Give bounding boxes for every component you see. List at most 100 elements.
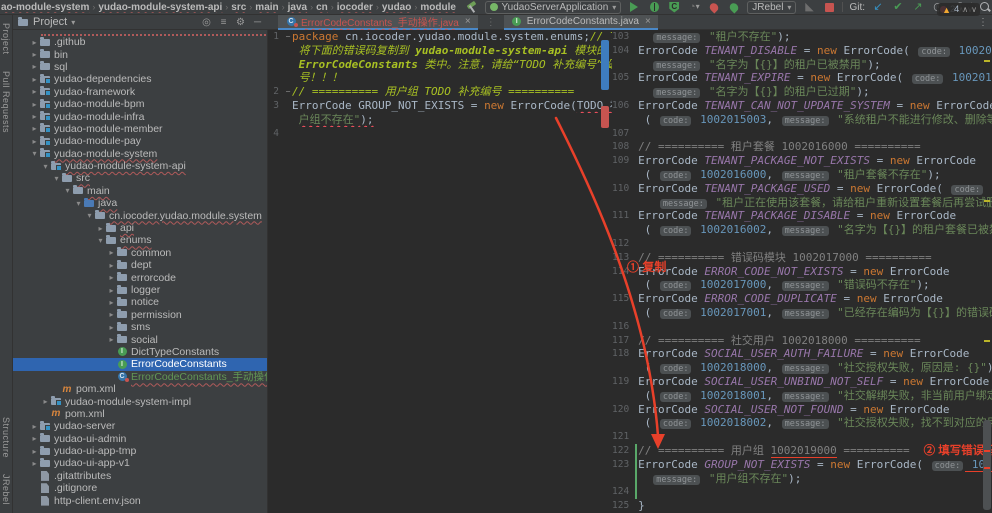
- git-update-button[interactable]: ↙: [871, 1, 885, 14]
- code-line[interactable]: 105 ErrorCode TENANT_EXPIRE = new ErrorCo…: [612, 71, 992, 85]
- code-line[interactable]: 将下面的错误码复制到 yudao-module-system-api 模块的: [268, 44, 612, 58]
- code-line[interactable]: 户组不存在");: [268, 113, 612, 127]
- chevron-expanded-icon[interactable]: ▾: [30, 149, 39, 158]
- scrollbar-warning-mark[interactable]: [984, 200, 990, 202]
- locate-file-button[interactable]: ◎: [200, 17, 213, 28]
- chevron-collapsed-icon[interactable]: ▸: [96, 224, 105, 233]
- tree-item[interactable]: ▸ yudao-module-pay: [13, 135, 267, 147]
- chevron-collapsed-icon[interactable]: ▸: [107, 310, 116, 319]
- code-line[interactable]: ( code: 1002016000, message: "租户套餐不存在");: [612, 168, 992, 182]
- tree-item[interactable]: ▸ permission: [13, 309, 267, 321]
- chevron-collapsed-icon[interactable]: ▸: [107, 335, 116, 344]
- tree-item[interactable]: http-client.env.json: [13, 494, 267, 507]
- tree-item[interactable]: ▸ yudao-dependencies: [13, 73, 267, 85]
- git-commit-button[interactable]: ✔: [891, 1, 905, 14]
- code-line[interactable]: message: "名字为【{}】的租户已过期");: [612, 85, 992, 99]
- breadcrumb-item[interactable]: cn: [316, 2, 328, 13]
- code-line[interactable]: 3 ErrorCode GROUP_NOT_EXISTS = new ErrorC…: [268, 99, 612, 113]
- tree-item[interactable]: ▸ yudao-module-system-impl: [13, 395, 267, 408]
- scrollbar-annotation-mark[interactable]: [984, 450, 990, 452]
- tree-item[interactable]: ▸ yudao-server: [13, 420, 267, 432]
- code-line[interactable]: 108 // ========== 租户套餐 1002016000 =======…: [612, 140, 992, 154]
- scrollbar-error-mark[interactable]: [601, 106, 609, 128]
- code-line[interactable]: 112: [612, 237, 992, 251]
- code-line[interactable]: 103 message: "租户不存在");: [612, 30, 992, 44]
- chevron-expanded-icon[interactable]: ▾: [41, 162, 50, 171]
- tree-item[interactable]: ▸ bin: [13, 48, 267, 61]
- breadcrumb-item[interactable]: java: [288, 2, 307, 13]
- tree-item[interactable]: ▸ dept: [13, 259, 267, 271]
- chevron-collapsed-icon[interactable]: ▸: [30, 87, 39, 96]
- chevron-collapsed-icon[interactable]: ▸: [30, 434, 39, 443]
- coverage-button[interactable]: C: [667, 1, 681, 14]
- code-line[interactable]: 125}: [612, 499, 992, 513]
- code-line[interactable]: 106 ErrorCode TENANT_CAN_NOT_UPDATE_SYSTE…: [612, 99, 992, 113]
- tree-item[interactable]: ▸ yudao-module-member: [13, 123, 267, 135]
- strip-tab-project[interactable]: Project: [1, 15, 11, 63]
- hide-panel-button[interactable]: ─: [251, 17, 264, 28]
- tree-item-project-root[interactable]: [13, 30, 267, 36]
- code-line[interactable]: 121: [612, 430, 992, 444]
- breadcrumb-item[interactable]: yudao-module-system-api: [98, 2, 222, 13]
- chevron-collapsed-icon[interactable]: ▸: [30, 459, 39, 468]
- next-warning-icon[interactable]: ∨: [971, 5, 977, 14]
- tree-item[interactable]: ▸ notice: [13, 296, 267, 308]
- chevron-collapsed-icon[interactable]: ▸: [30, 62, 39, 71]
- tree-item[interactable]: CErrorCodeConstants_手动操作.java③ 删除该文件: [13, 371, 267, 383]
- code-line[interactable]: 114 ErrorCode ERROR_CODE_NOT_EXISTS = new…: [612, 265, 992, 279]
- tree-item[interactable]: ▸ yudao-ui-app-tmp: [13, 445, 267, 457]
- tree-item[interactable]: ▸ .github: [13, 36, 267, 48]
- tab-errorcodeconstants-manual[interactable]: C ErrorCodeConstants_手动操作.java ×: [278, 15, 478, 30]
- scrollbar-left-editor[interactable]: [600, 30, 610, 513]
- breadcrumb-item[interactable]: iocoder: [337, 2, 373, 13]
- code-line[interactable]: 107: [612, 127, 992, 141]
- code-line[interactable]: ErrorCodeConstants 类中。注意，请给“TODO 补充编号”设置…: [268, 58, 612, 72]
- tree-item[interactable]: .gitattributes: [13, 470, 267, 482]
- project-panel-header[interactable]: Project ▾ ◎ ≡ ⚙ ─: [13, 15, 268, 29]
- tree-item[interactable]: ▸ errorcode: [13, 271, 267, 284]
- code-line[interactable]: ( code: 1002015003, message: "系统租户不能进行修改…: [612, 113, 992, 127]
- fold-marker-icon[interactable]: −: [284, 85, 292, 99]
- tree-item[interactable]: ▸ yudao-module-infra: [13, 110, 267, 123]
- code-line[interactable]: 2−// ========== 用户组 TODO 补充编号 ==========: [268, 85, 612, 99]
- strip-tab-pull-requests[interactable]: Pull Requests: [1, 63, 11, 141]
- jrebel-select[interactable]: JRebel ▾: [747, 0, 797, 14]
- code-line[interactable]: ( code: 1002016002, message: "名字为【{}】的租户…: [612, 223, 992, 237]
- code-line[interactable]: 1− package cn.iocoder.yudao.module.system…: [268, 30, 612, 44]
- tree-item[interactable]: ▾ yudao-module-system: [13, 148, 267, 160]
- stop-button[interactable]: [822, 1, 836, 14]
- chevron-collapsed-icon[interactable]: ▸: [30, 50, 39, 59]
- editor-right-pane[interactable]: 103 message: "租户不存在"); 104 ErrorCode TENAN…: [612, 30, 992, 513]
- tree-item[interactable]: ▾ cn.iocoder.yudao.module.system: [13, 209, 267, 222]
- tree-item[interactable]: ▸ sql: [13, 61, 267, 73]
- tree-item[interactable]: ▸ sms: [13, 321, 267, 333]
- tree-item[interactable]: .gitignore: [13, 482, 267, 494]
- tree-item[interactable]: ▸ yudao-module-bpm: [13, 98, 267, 110]
- scrollbar-warning-mark[interactable]: [984, 60, 990, 62]
- chevron-expanded-icon[interactable]: ▾: [85, 211, 94, 220]
- chevron-expanded-icon[interactable]: ▾: [96, 236, 105, 245]
- code-line[interactable]: ( code: 1002018000, message: "社交授权失败，原因是…: [612, 361, 992, 375]
- code-line[interactable]: 118 ErrorCode SOCIAL_USER_AUTH_FAILURE = …: [612, 347, 992, 361]
- code-line[interactable]: 109 ErrorCode TENANT_PACKAGE_NOT_EXISTS =…: [612, 154, 992, 168]
- chevron-expanded-icon[interactable]: ▾: [74, 199, 83, 208]
- code-line[interactable]: message: "用户组不存在");: [612, 471, 992, 486]
- code-line[interactable]: ( code: 1002018002, message: "社交授权失败，找不到…: [612, 416, 992, 430]
- scrollbar-warning-mark[interactable]: [984, 340, 990, 342]
- breadcrumb-item[interactable]: yudao: [382, 2, 411, 13]
- tree-item[interactable]: ▸ yudao-ui-admin: [13, 433, 267, 445]
- run-configuration-select[interactable]: YudaoServerApplication ▾: [484, 0, 622, 14]
- rerun-icon[interactable]: [707, 0, 721, 14]
- code-line[interactable]: ( code: 1002017001, message: "已经存在编码为【{}…: [612, 306, 992, 320]
- breadcrumb-item[interactable]: main: [255, 2, 278, 13]
- code-line[interactable]: 115 ErrorCode ERROR_CODE_DUPLICATE = new …: [612, 292, 992, 306]
- tree-item[interactable]: ▸ social: [13, 333, 267, 346]
- tree-item[interactable]: ▸ logger: [13, 284, 267, 296]
- jrebel-disabled-icon[interactable]: ◣: [802, 1, 816, 14]
- chevron-collapsed-icon[interactable]: ▸: [30, 447, 39, 456]
- tree-item[interactable]: ▾ java: [13, 197, 267, 209]
- editor-left-pane[interactable]: 1− package cn.iocoder.yudao.module.system…: [268, 30, 612, 513]
- chevron-collapsed-icon[interactable]: ▸: [107, 248, 116, 257]
- code-line[interactable]: 4: [268, 127, 612, 141]
- close-icon[interactable]: ×: [645, 16, 651, 27]
